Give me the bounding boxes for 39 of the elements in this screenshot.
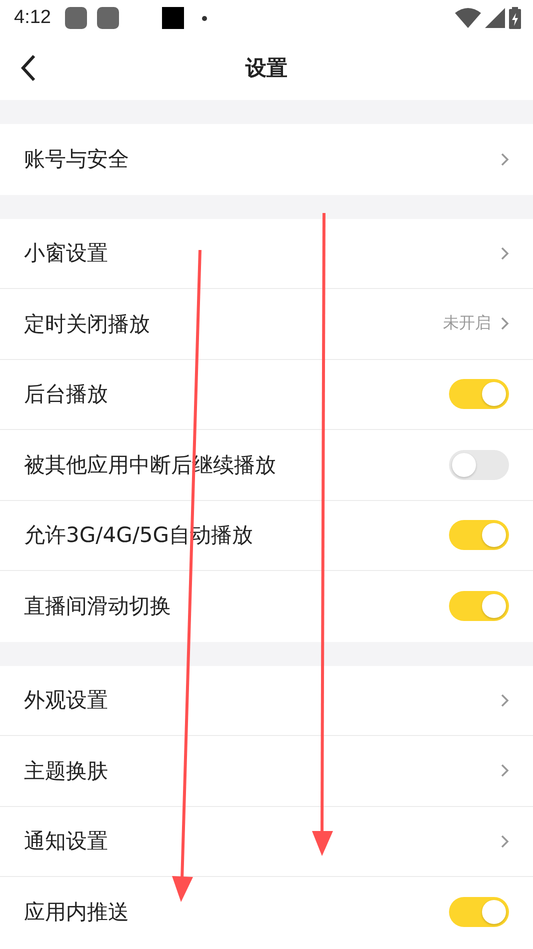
settings-row[interactable]: 账号与安全 [0,124,533,194]
more-notifications-icon [202,16,207,20]
settings-row[interactable]: 外观设置 [0,666,533,736]
toggle-switch[interactable] [449,897,509,928]
settings-row[interactable]: 直播间滑动切换 [0,571,533,642]
settings-row[interactable]: 后台播放 [0,360,533,430]
page-title: 设置 [246,55,288,82]
row-label: 定时关闭播放 [24,310,151,338]
notification-icon [96,7,119,29]
row-label: 小窗设置 [24,240,109,268]
settings-row[interactable]: 定时关闭播放 未开启 [0,289,533,360]
chevron-right-icon [501,764,509,778]
row-label: 主题换肤 [24,758,109,785]
row-label: 外观设置 [24,687,109,714]
chevron-right-icon [501,246,509,260]
chevron-right-icon [501,694,509,707]
row-label: 账号与安全 [24,146,130,174]
chevron-right-icon [501,317,509,330]
notification-icon [162,7,184,29]
settings-row[interactable]: 主题换肤 [0,736,533,806]
toggle-switch[interactable] [449,450,509,480]
toggle-switch[interactable] [449,520,509,550]
row-value: 未开启 [443,313,491,334]
settings-row[interactable]: 应用内推送 [0,877,533,948]
chevron-right-icon [501,834,509,848]
settings-row[interactable]: 小窗设置 [0,218,533,289]
chevron-right-icon [501,152,509,166]
notification-icon [64,7,87,29]
back-button[interactable] [18,54,38,82]
row-label: 后台播放 [24,381,109,408]
battery-icon [509,7,521,29]
row-label: 通知设置 [24,828,109,856]
signal-icon [485,8,505,28]
wifi-icon [455,8,481,28]
row-label: 应用内推送 [24,899,130,926]
toggle-switch[interactable] [449,379,509,410]
toggle-switch[interactable] [449,591,509,622]
status-time: 4:12 [14,7,51,29]
row-label: 直播间滑动切换 [24,593,172,620]
